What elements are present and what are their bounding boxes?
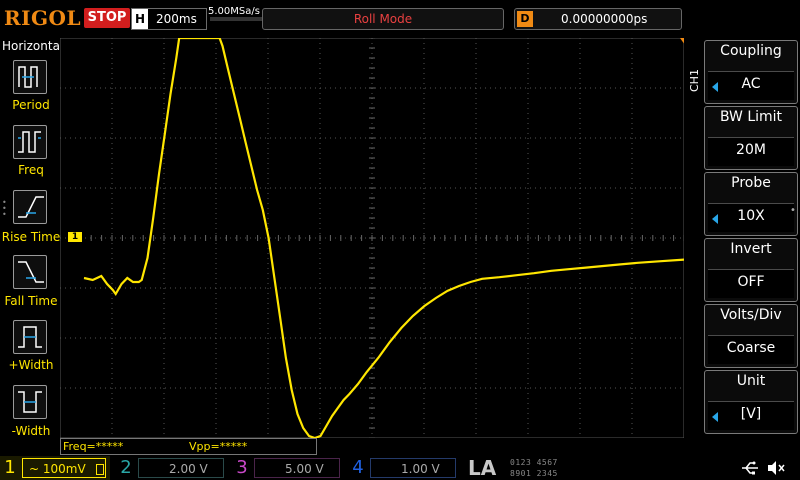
- right-menu-page-dot: •: [790, 205, 796, 216]
- vpp-measurement: Vpp=*****: [189, 440, 248, 453]
- positive-width-label: +Width: [8, 358, 54, 372]
- negative-width-icon: [18, 391, 42, 413]
- ch3-scale: 5.00 V: [254, 458, 340, 478]
- horizontal-timebase[interactable]: H 200ms: [131, 8, 207, 30]
- ch1-number: 1: [4, 457, 16, 478]
- invert-title: Invert: [730, 241, 772, 257]
- bw-limit-button[interactable]: BW Limit 20M: [704, 106, 798, 170]
- ch3-status[interactable]: 3 5.00 V: [232, 456, 344, 480]
- la-bits-row2: 8901 2345: [510, 469, 558, 478]
- speaker-muted-icon[interactable]: [766, 459, 786, 477]
- unit-button[interactable]: Unit [V]: [704, 370, 798, 434]
- positive-width-icon: [18, 326, 42, 348]
- volts-div-value: Coarse: [726, 340, 776, 356]
- rise-time-label: Rise Time: [1, 230, 61, 244]
- delay-box[interactable]: D 0.00000000ps: [514, 8, 682, 30]
- period-label: Period: [12, 98, 50, 112]
- delay-label: D: [517, 11, 533, 27]
- probe-value: 10X: [737, 208, 765, 224]
- freq-icon: [18, 131, 41, 153]
- ch1-scale: 100mV: [42, 462, 86, 476]
- ch1-status[interactable]: 1 ~ 100mV: [0, 456, 110, 480]
- ch1-offset-marker[interactable]: 1: [68, 232, 82, 242]
- measure-menu-title: Horizontal: [2, 39, 64, 53]
- bandwidth-limit-icon: [95, 464, 104, 475]
- fall-time-icon: [18, 261, 44, 283]
- coupling-button[interactable]: Coupling AC: [704, 40, 798, 104]
- coupling-value-box: AC: [708, 71, 794, 100]
- positive-width-button[interactable]: [13, 320, 47, 354]
- period-icon: [18, 66, 38, 88]
- volts-div-button[interactable]: Volts/Div Coarse: [704, 304, 798, 368]
- unit-title: Unit: [736, 373, 766, 389]
- invert-value-box: OFF: [708, 269, 794, 298]
- period-button[interactable]: [13, 60, 47, 94]
- bw-limit-value: 20M: [736, 142, 766, 158]
- acquisition-mode-box: Roll Mode: [262, 8, 504, 30]
- ch2-status[interactable]: 2 2.00 V: [116, 456, 228, 480]
- ch2-number: 2: [120, 457, 132, 478]
- bw-limit-title: BW Limit: [719, 109, 783, 125]
- probe-value-box: 10X: [708, 203, 794, 232]
- coupling-title: Coupling: [720, 43, 782, 59]
- unit-value-box: [V]: [708, 401, 794, 430]
- measurement-strip: Freq=***** Vpp=*****: [60, 438, 317, 455]
- la-bits-row1: 0123 4567: [510, 458, 558, 467]
- brand-logo: RIGOL: [4, 6, 82, 30]
- sample-rate: 5.00MSa/s: [208, 6, 260, 17]
- invert-value: OFF: [737, 274, 765, 290]
- logic-analyzer-bits: 0123 4567 8901 2345: [510, 457, 596, 479]
- logic-analyzer-label[interactable]: LA: [468, 456, 496, 480]
- ac-coupling-icon: ~: [29, 462, 40, 476]
- rise-time-button[interactable]: [13, 190, 47, 224]
- ch4-scale: 1.00 V: [370, 458, 456, 478]
- waveform-display[interactable]: [60, 38, 684, 438]
- freq-measurement: Freq=*****: [63, 440, 124, 453]
- coupling-value: AC: [741, 76, 761, 92]
- ch2-scale: 2.00 V: [138, 458, 224, 478]
- probe-title: Probe: [731, 175, 771, 191]
- volts-div-value-box: Coarse: [708, 335, 794, 364]
- horizontal-label: H: [132, 9, 148, 29]
- usb-icon: [742, 461, 758, 475]
- ch4-number: 4: [352, 457, 364, 478]
- probe-button[interactable]: Probe 10X: [704, 172, 798, 236]
- bw-limit-value-box: 20M: [708, 137, 794, 166]
- ch3-number: 3: [236, 457, 248, 478]
- ch1-scale-box: ~ 100mV: [22, 458, 106, 478]
- negative-width-button[interactable]: [13, 385, 47, 419]
- waveform-grid: [60, 38, 684, 438]
- invert-button[interactable]: Invert OFF: [704, 238, 798, 302]
- delay-value: 0.00000000ps: [561, 12, 648, 26]
- freq-label: Freq: [18, 163, 44, 177]
- unit-value: [V]: [740, 406, 762, 422]
- rise-time-icon: [18, 196, 44, 218]
- fall-time-label: Fall Time: [4, 294, 58, 308]
- menu-page-dots: • • •: [2, 198, 7, 219]
- fall-time-button[interactable]: [13, 255, 47, 289]
- roll-mode-label: Roll Mode: [353, 12, 413, 26]
- timebase-value: 200ms: [156, 12, 197, 26]
- run-stop-status[interactable]: STOP: [84, 8, 130, 28]
- channel-menu-tag: CH1: [688, 69, 701, 92]
- freq-button[interactable]: [13, 125, 47, 159]
- negative-width-label: -Width: [11, 424, 51, 438]
- volts-div-title: Volts/Div: [720, 307, 782, 323]
- ch4-status[interactable]: 4 1.00 V: [348, 456, 460, 480]
